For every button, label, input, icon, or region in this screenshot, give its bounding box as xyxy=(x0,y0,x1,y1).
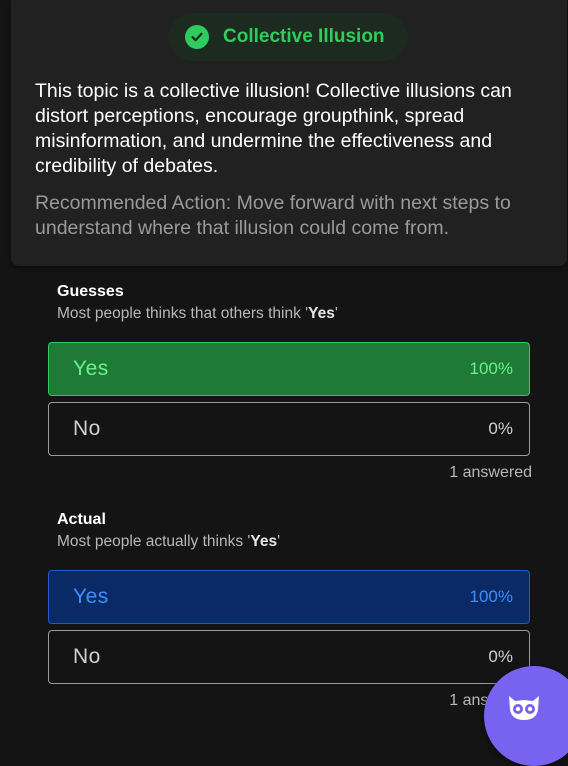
guesses-title: Guesses xyxy=(57,283,124,300)
illusion-info-card: Collective Illusion This topic is a coll… xyxy=(11,0,567,266)
option-percent: 100% xyxy=(469,359,513,378)
actual-subtitle: Most people actually thinks 'Yes' xyxy=(57,533,281,550)
actual-option-yes[interactable]: Yes 100% xyxy=(48,570,530,624)
option-label: No xyxy=(73,645,101,668)
illusion-description: This topic is a collective illusion! Col… xyxy=(35,80,512,177)
check-circle-icon xyxy=(185,25,209,49)
collective-illusion-badge: Collective Illusion xyxy=(169,13,407,61)
option-percent: 0% xyxy=(488,647,513,666)
option-label: Yes xyxy=(73,357,109,380)
guesses-subtitle-answer: Yes xyxy=(308,305,335,322)
guesses-option-yes[interactable]: Yes 100% xyxy=(48,342,530,396)
assistant-button[interactable] xyxy=(484,666,568,766)
recommended-action: Recommended Action: Move forward with ne… xyxy=(35,192,511,239)
badge-label: Collective Illusion xyxy=(223,26,385,47)
guesses-option-no[interactable]: No 0% xyxy=(48,402,530,456)
guesses-answered-count: 1 answered xyxy=(449,464,532,481)
actual-subtitle-answer: Yes xyxy=(250,533,278,550)
option-percent: 0% xyxy=(488,419,513,438)
option-percent: 100% xyxy=(469,587,513,606)
option-label: Yes xyxy=(73,585,109,608)
guesses-subtitle: Most people thinks that others think 'Ye… xyxy=(57,305,338,322)
option-label: No xyxy=(73,417,101,440)
actual-title: Actual xyxy=(57,511,106,528)
actual-option-no[interactable]: No 0% xyxy=(48,630,530,684)
